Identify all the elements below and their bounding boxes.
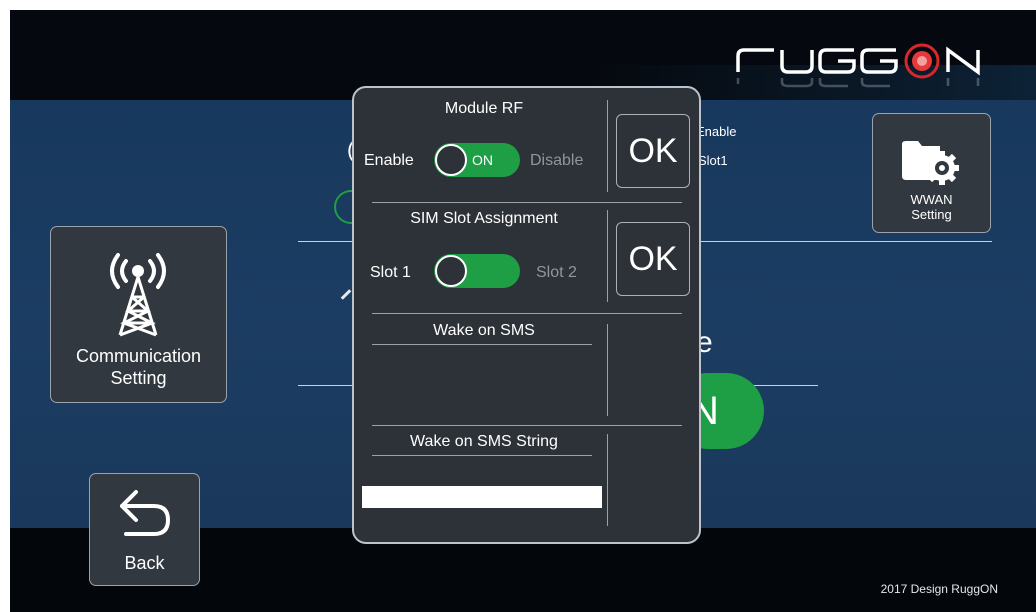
back-arrow-icon [120, 490, 170, 536]
module-rf-ok-button[interactable]: OK [616, 114, 690, 188]
module-rf-title: Module RF [444, 100, 524, 117]
title-underline [372, 455, 592, 456]
section-divider [372, 202, 682, 203]
back-button[interactable]: Back [89, 473, 200, 586]
wwan-setting-button[interactable]: WWAN Setting [872, 113, 991, 233]
toggle-knob [435, 144, 467, 176]
section-divider-vertical [607, 210, 608, 302]
sim-slot-ok-button[interactable]: OK [616, 222, 690, 296]
back-label: Back [124, 553, 165, 573]
footer-copyright: 2017 Design RuggON [880, 582, 998, 596]
section-divider-vertical [607, 324, 608, 416]
title-underline [372, 344, 592, 345]
communication-setting-label-line1: Communication [75, 346, 202, 366]
module-rf-disable-label: Disable [530, 152, 584, 169]
section-divider-vertical [607, 434, 608, 526]
folder-settings-icon [902, 141, 959, 185]
app-screen: ( Enable Slot1 e N Communication Setting [10, 10, 1036, 612]
module-rf-enable-label: Enable [364, 152, 414, 169]
sim-slot-toggle[interactable] [434, 254, 520, 288]
communication-setting-label-line2: Setting [110, 368, 167, 388]
background-status-enable: Enable [696, 124, 737, 139]
background-status-slot: Slot1 [698, 153, 728, 168]
module-rf-toggle-text: ON [472, 152, 493, 168]
module-rf-toggle[interactable]: ON [434, 143, 520, 177]
sim-slot-2-label: Slot 2 [536, 264, 577, 281]
wwan-setting-label-line2: Setting [911, 207, 952, 222]
sim-slot-1-label: Slot 1 [370, 264, 411, 281]
sim-slot-title: SIM Slot Assignment [410, 210, 558, 227]
communication-setting-button[interactable]: Communication Setting [50, 226, 227, 403]
antenna-tower-icon [110, 253, 166, 337]
wake-on-sms-string-title: Wake on SMS String [410, 433, 558, 450]
ruggon-logo [736, 43, 980, 88]
wake-on-sms-title: Wake on SMS [433, 322, 535, 339]
section-divider-vertical [607, 100, 608, 192]
wwan-setting-label-line1: WWAN [910, 192, 953, 207]
wwan-settings-dialog: Module RF Enable ON Disable OK SIM Slot … [352, 86, 701, 544]
wake-on-sms-string-input[interactable] [362, 486, 602, 508]
section-divider [372, 313, 682, 314]
background-fragment [340, 289, 352, 300]
section-divider [372, 425, 682, 426]
toggle-knob [435, 255, 467, 287]
